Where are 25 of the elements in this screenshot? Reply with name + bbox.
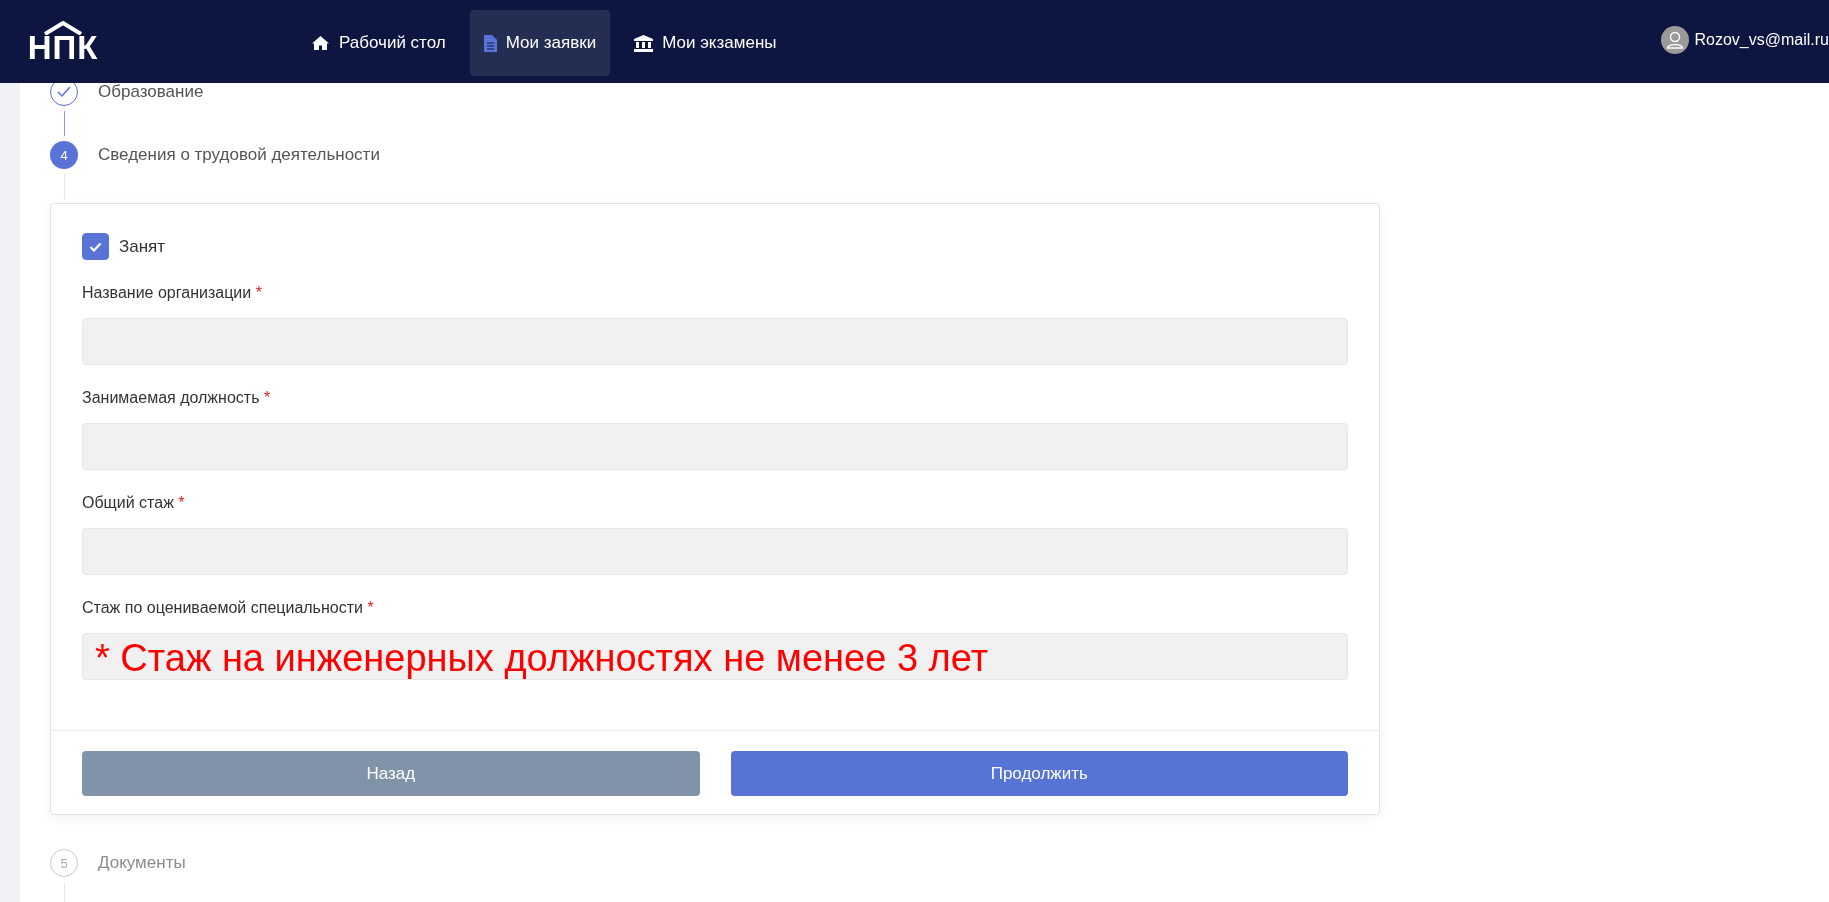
logo[interactable]: НПК xyxy=(27,20,99,63)
input-field[interactable] xyxy=(82,318,1348,365)
field-label: Название организации * xyxy=(82,284,263,303)
step-number: 4 xyxy=(50,141,78,169)
step-label[interactable]: Сведения о трудовой деятельности xyxy=(98,145,380,165)
home-icon xyxy=(311,35,330,51)
check-icon xyxy=(89,241,102,252)
document-icon xyxy=(483,34,497,52)
avatar-icon xyxy=(1660,25,1689,54)
nav-tab[interactable]: Мои заявки xyxy=(469,10,611,76)
step-label[interactable]: Образование xyxy=(98,82,204,102)
input-field[interactable]: * Стаж на инженерных должностях не менее 3 лет xyxy=(82,633,1348,680)
user-email[interactable]: Rozov_vs@mail.ru xyxy=(1694,30,1829,49)
field-label: Общий стаж * xyxy=(82,494,186,513)
input-field[interactable] xyxy=(82,528,1348,575)
field-label: Занимаемая должность * xyxy=(82,389,272,408)
bank-icon xyxy=(634,34,654,52)
checkbox[interactable] xyxy=(82,233,109,260)
checkbox-label: Занят xyxy=(119,236,166,257)
annotation-text: * Стаж на инженерных должностях не менее 3 лет xyxy=(95,639,989,677)
continue-button[interactable]: Продолжить xyxy=(730,751,1348,796)
nav-tab[interactable]: Мои экзамены xyxy=(620,10,791,76)
nav-tab[interactable]: Рабочий стол xyxy=(297,10,460,76)
field-label: Стаж по оцениваемой специальности * xyxy=(82,599,375,618)
input-field[interactable] xyxy=(82,423,1348,470)
